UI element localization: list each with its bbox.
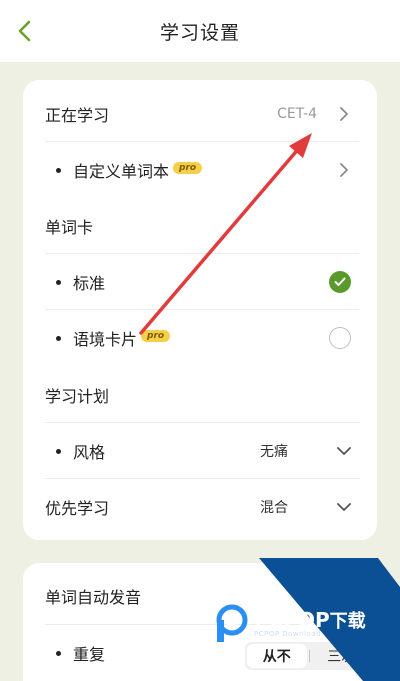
watermark-brand: PCPOP下载 bbox=[254, 607, 366, 633]
watermark-text: PCPOP下载 PCPOP Download bbox=[254, 607, 366, 638]
pcpop-logo-icon bbox=[214, 604, 250, 642]
watermark-logo: PCPOP下载 PCPOP Download bbox=[214, 604, 366, 642]
watermark-brand-cn: 下载 bbox=[329, 610, 366, 632]
watermark-brand-latin: PCPOP bbox=[254, 607, 330, 632]
watermark-corner-shape bbox=[259, 558, 400, 681]
